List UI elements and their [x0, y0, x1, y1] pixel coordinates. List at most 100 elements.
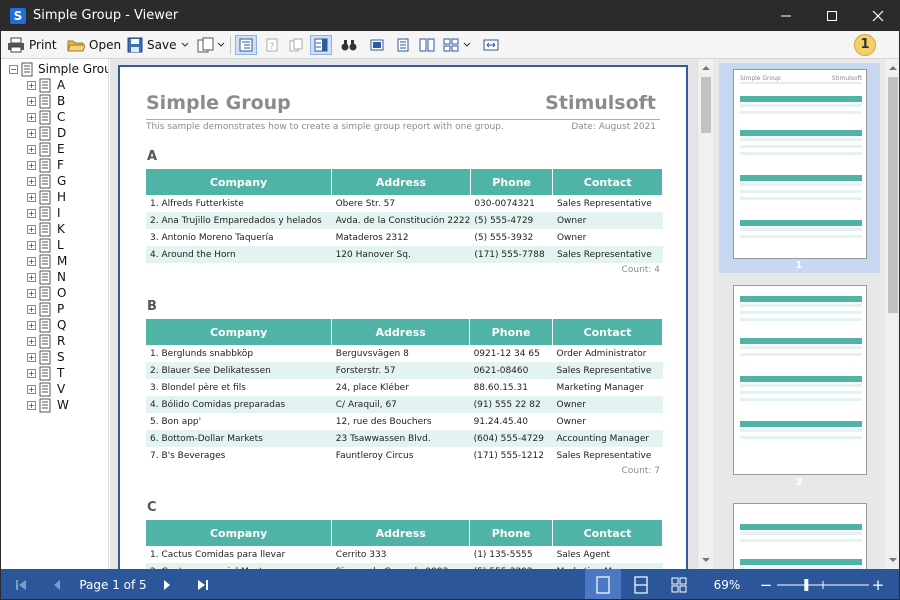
expand-icon[interactable]: +	[27, 352, 36, 362]
multiple-pages-view-button[interactable]	[661, 569, 697, 599]
tree-item[interactable]: + P	[27, 301, 64, 317]
viewer-vertical-scrollbar[interactable]	[697, 59, 713, 569]
tree-item[interactable]: + B	[27, 93, 65, 109]
expand-icon[interactable]: +	[27, 144, 36, 154]
full-screen-button[interactable]	[393, 35, 413, 55]
tree-item[interactable]: + Q	[27, 317, 66, 333]
tree-item[interactable]: + M	[27, 253, 67, 269]
expand-icon[interactable]: +	[27, 240, 36, 250]
print-button[interactable]: Print	[7, 35, 57, 55]
tree-item[interactable]: + G	[27, 173, 66, 189]
single-page-icon	[596, 576, 610, 594]
next-page-button[interactable]	[155, 569, 179, 599]
expand-icon[interactable]: +	[27, 256, 36, 266]
table-cell: Avda. de la Constitución 2222	[331, 212, 471, 229]
minimize-button[interactable]	[763, 1, 809, 31]
tree-item[interactable]: + W	[27, 397, 69, 413]
previous-page-button[interactable]	[45, 569, 69, 599]
expand-icon[interactable]: +	[27, 192, 36, 202]
page-indicator[interactable]: Page 1 of 5	[79, 569, 147, 599]
expand-icon[interactable]: +	[27, 272, 36, 282]
tree-item[interactable]: + T	[27, 365, 64, 381]
tree-item[interactable]: + F	[27, 157, 64, 173]
collapse-icon[interactable]: −	[9, 64, 18, 74]
page-view-button[interactable]	[443, 35, 472, 55]
expand-icon[interactable]: +	[27, 176, 36, 186]
scroll-thumb[interactable]	[888, 77, 898, 313]
zoom-out-button[interactable]: −	[757, 569, 775, 599]
expand-icon[interactable]: +	[27, 80, 36, 90]
tree-root[interactable]: − Simple Group	[9, 61, 108, 77]
expand-icon[interactable]: +	[27, 128, 36, 138]
resources-button[interactable]	[287, 35, 305, 55]
tree-item[interactable]: + K	[27, 221, 65, 237]
tree-item[interactable]: + S	[27, 349, 65, 365]
export-button[interactable]	[197, 35, 226, 55]
expand-icon[interactable]: +	[27, 112, 36, 122]
expand-icon[interactable]: +	[27, 384, 36, 394]
zoom-percent[interactable]: 69%	[705, 569, 749, 599]
single-page-view-button[interactable]	[585, 569, 621, 599]
open-button[interactable]: Open	[67, 35, 121, 55]
fit-width-button[interactable]	[481, 35, 501, 55]
expand-icon[interactable]: +	[27, 208, 36, 218]
thumbnail-page-3[interactable]	[733, 503, 867, 569]
tree-item[interactable]: + A	[27, 77, 65, 93]
tree-item[interactable]: + D	[27, 125, 66, 141]
tree-item[interactable]: + C	[27, 109, 65, 125]
expand-icon[interactable]: +	[27, 336, 36, 346]
editor-button[interactable]	[367, 35, 387, 55]
bookmarks-button[interactable]	[235, 35, 257, 55]
find-button[interactable]	[339, 35, 359, 55]
zoom-slider[interactable]	[777, 569, 869, 599]
close-button[interactable]	[855, 1, 899, 31]
report-viewer[interactable]: Simple Group Stimulsoft This sample demo…	[110, 59, 697, 569]
chevron-down-icon	[217, 42, 225, 47]
table-row: 1. Berglunds snabbköp Berguvsvägen 8 0921-…	[146, 345, 663, 362]
scroll-down-icon[interactable]	[888, 555, 898, 565]
callout-1: 1	[854, 34, 876, 56]
zoom-in-button[interactable]: +	[869, 569, 887, 599]
zoom-slider-thumb[interactable]	[804, 579, 809, 591]
expand-icon[interactable]: +	[27, 368, 36, 378]
two-pages-button[interactable]	[417, 35, 437, 55]
column-header: Company	[146, 319, 333, 345]
expand-icon[interactable]: +	[27, 96, 36, 106]
column-header: Phone	[469, 319, 554, 345]
tree-item[interactable]: + I	[27, 205, 61, 221]
tree-item[interactable]: + H	[27, 189, 66, 205]
expand-icon[interactable]: +	[27, 224, 36, 234]
expand-icon[interactable]: +	[27, 320, 36, 330]
thumbnails-button[interactable]	[310, 35, 332, 55]
thumbnails-vertical-scrollbar[interactable]	[885, 59, 899, 569]
thumbnail-page-1[interactable]: Simple Group Stimulsoft	[733, 69, 867, 259]
tree-item-label: T	[57, 366, 65, 380]
parameters-button[interactable]: ?	[263, 35, 281, 55]
expand-icon[interactable]: +	[27, 288, 36, 298]
scroll-up-icon[interactable]	[701, 63, 711, 73]
table-header-row: Company Address Phone Contact	[146, 520, 663, 546]
expand-icon[interactable]: +	[27, 400, 36, 410]
scroll-up-icon[interactable]	[888, 63, 898, 73]
tree-item[interactable]: + V	[27, 381, 65, 397]
tree-item[interactable]: + R	[27, 333, 65, 349]
scroll-thumb[interactable]	[701, 77, 711, 133]
tree-item[interactable]: + N	[27, 269, 66, 285]
tree-item[interactable]: + E	[27, 141, 65, 157]
continuous-view-button[interactable]	[623, 569, 659, 599]
scroll-down-icon[interactable]	[701, 555, 711, 565]
tree-item[interactable]: + L	[27, 237, 64, 253]
expand-icon[interactable]: +	[27, 304, 36, 314]
bookmark-page-icon	[39, 158, 51, 172]
last-page-button[interactable]	[191, 569, 215, 599]
maximize-button[interactable]	[809, 1, 855, 31]
title-rule	[146, 119, 660, 120]
first-page-button[interactable]	[9, 569, 33, 599]
table-row: 5. Bon app' 12, rue des Bouchers 91.24.45.…	[146, 413, 663, 430]
column-header: Phone	[469, 520, 554, 546]
tree-item-label: O	[57, 286, 67, 300]
save-button[interactable]: Save	[127, 35, 190, 55]
expand-icon[interactable]: +	[27, 160, 36, 170]
tree-item[interactable]: + O	[27, 285, 66, 301]
thumbnail-page-2[interactable]	[733, 285, 867, 475]
